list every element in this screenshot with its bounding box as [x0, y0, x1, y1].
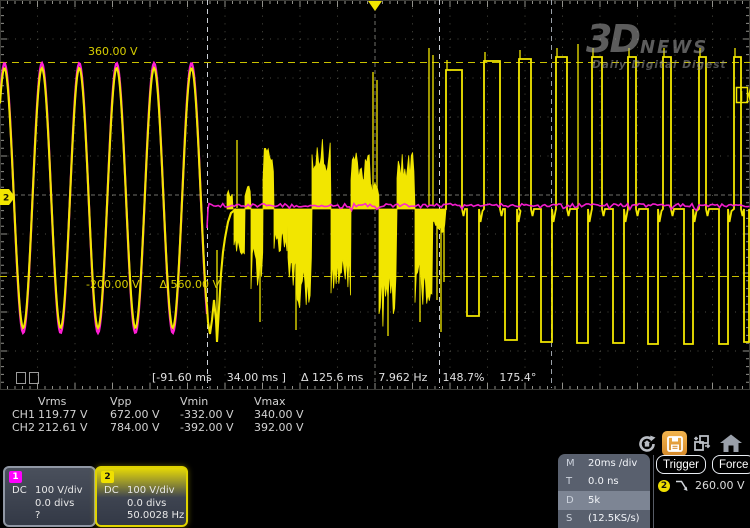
- channel-1-badge: 1: [9, 471, 22, 483]
- save-icon[interactable]: [662, 431, 687, 456]
- ch2-pwm-burst: [371, 183, 379, 209]
- measurements-table: Vrms Vpp Vmin Vmax CH1 119.77 V 672.00 V…: [12, 396, 328, 434]
- trigger-position-marker: [368, 1, 382, 11]
- timebase-row-s[interactable]: S (12.5KS/s): [558, 510, 650, 528]
- ch2-vmax: 392.00 V: [254, 422, 328, 435]
- cursor-phase: 175.4°: [499, 371, 536, 384]
- ch2-coupling: DC: [104, 485, 119, 496]
- ch2-scale: 100 V/div: [127, 485, 175, 496]
- table-row: CH2 212.61 V 784.00 V -392.00 V 392.00 V: [12, 422, 328, 435]
- timebase-row-t[interactable]: T 0.0 ns: [558, 473, 650, 492]
- waveform-display: 2 3D NEWS Daily Digital Digest 360.00 V …: [0, 0, 750, 390]
- svg-text:2: 2: [3, 194, 9, 204]
- force-button[interactable]: Force: [712, 455, 750, 474]
- ch2-pwm-burst: [274, 209, 288, 252]
- timebase-row-m[interactable]: M 20ms /div: [558, 454, 650, 473]
- timebase-t-value: 0.0 ns: [588, 476, 650, 487]
- ch1-frequency: ?: [35, 510, 40, 521]
- cursor-value-bottom: -200.00 V: [86, 278, 139, 291]
- timebase-d-value: 5k: [588, 495, 650, 506]
- ch2-frequency: 50.0028 Hz: [127, 510, 184, 521]
- trigger-panel: Trigger Force 2 260.00 V: [656, 455, 750, 528]
- panel-divider: [653, 455, 654, 528]
- header-vpp: Vpp: [110, 396, 180, 409]
- cursor-delta-voltage: Δ 560.00 V: [159, 278, 220, 291]
- ch2-pwm-burst: [331, 209, 351, 295]
- cursor-t2: 34.00 ms ]: [227, 371, 286, 384]
- ch2-pwm-burst: [288, 209, 312, 308]
- home-icon[interactable]: [718, 431, 743, 456]
- channel-1-box[interactable]: 1 DC 100 V/div 0.0 divs ?: [3, 466, 96, 527]
- scope-graticule-and-traces: 2: [0, 0, 750, 390]
- timebase-s-value: (12.5KS/s): [588, 513, 650, 524]
- timebase-m-value: 20ms /div: [588, 458, 650, 469]
- ch2-label: CH2: [12, 422, 38, 435]
- cursor-label-top: 360.00 V: [88, 45, 138, 58]
- ch2-pwm-burst: [415, 209, 433, 305]
- cursor-delta-time: Δ 125.6 ms: [301, 371, 363, 384]
- trigger-button[interactable]: Trigger: [656, 455, 706, 474]
- timebase-panel[interactable]: M 20ms /div T 0.0 ns D 5k S (12.5KS/s): [558, 454, 650, 528]
- cursor-label-bottom: -200.00 V Δ 560.00 V: [86, 278, 220, 291]
- falling-edge-icon: [675, 479, 690, 492]
- screen-copy-icon[interactable]: [690, 431, 715, 456]
- timebase-d-label: D: [566, 495, 588, 506]
- table-row: CH1 119.77 V 672.00 V -332.00 V 340.00 V: [12, 409, 328, 422]
- ch2-pwm-burst: [312, 139, 331, 209]
- ch1-label: CH1: [12, 409, 38, 422]
- page-indicator-icon: [16, 372, 39, 384]
- ch2-offset: 0.0 divs: [127, 498, 166, 509]
- ch1-vpp: 672.00 V: [110, 409, 180, 422]
- ch1-offset: 0.0 divs: [35, 498, 74, 509]
- ch2-pwm-burst: [351, 153, 371, 209]
- header-vmax: Vmax: [254, 396, 328, 409]
- channel-2-badge: 2: [101, 471, 114, 483]
- ch2-trace-sine: [0, 68, 236, 342]
- ch2-vpp: 784.00 V: [110, 422, 180, 435]
- toolbar: [634, 431, 743, 456]
- ch1-vmin: -332.00 V: [180, 409, 254, 422]
- trigger-source-badge: 2: [658, 480, 670, 492]
- ch2-vrms: 212.61 V: [38, 422, 110, 435]
- header-vrms: Vrms: [38, 396, 110, 409]
- cursor-ratio: 148.7%: [442, 371, 484, 384]
- timebase-t-label: T: [566, 476, 588, 487]
- timebase-m-label: M: [566, 458, 588, 469]
- oscilloscope-screen: { "logo": {"part1": "3D", "part2": "NEWS…: [0, 0, 750, 528]
- ch1-coupling: DC: [12, 485, 27, 496]
- ch2-pwm-burst: [263, 148, 274, 209]
- ch2-pwm-burst: [397, 152, 415, 209]
- ch1-scale: 100 V/div: [35, 485, 83, 496]
- auto-recover-icon[interactable]: [634, 431, 659, 456]
- trigger-status-row: 2 260.00 V: [658, 479, 745, 492]
- ch2-trace-square: [445, 57, 750, 344]
- measurements-header-row: Vrms Vpp Vmin Vmax: [12, 396, 328, 409]
- timebase-s-label: S: [566, 513, 588, 524]
- ch2-pwm-burst: [234, 209, 245, 254]
- trigger-level-value: 260.00 V: [695, 479, 745, 492]
- cursor-t1: [-91.60 ms: [152, 371, 212, 384]
- ch2-vmin: -392.00 V: [180, 422, 254, 435]
- channel-2-box[interactable]: 2 DC 100 V/div 0.0 divs 50.0028 Hz: [95, 466, 188, 527]
- timebase-row-d[interactable]: D 5k: [558, 491, 650, 510]
- ch1-vmax: 340.00 V: [254, 409, 328, 422]
- ch1-vrms: 119.77 V: [38, 409, 110, 422]
- time-cursor-readout: [-91.60 ms 34.00 ms ] Δ 125.6 ms 7.962 Hz 14…: [152, 371, 551, 384]
- cursor-frequency: 7.962 Hz: [378, 371, 427, 384]
- header-vmin: Vmin: [180, 396, 254, 409]
